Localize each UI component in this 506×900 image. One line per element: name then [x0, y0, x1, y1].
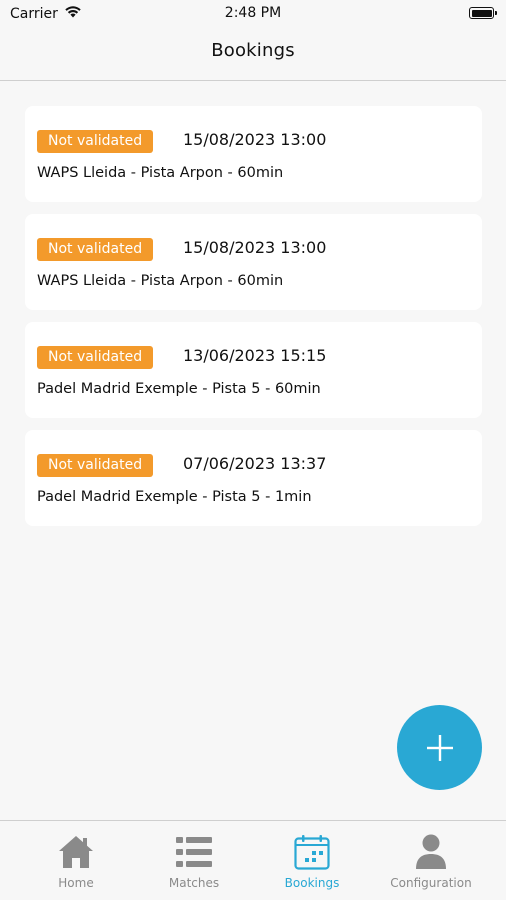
booking-datetime: 07/06/2023 13:37	[183, 454, 327, 473]
booking-card[interactable]: Not validated 07/06/2023 13:37 Padel Mad…	[25, 430, 482, 526]
tab-home-label: Home	[58, 876, 94, 890]
status-badge: Not validated	[37, 454, 154, 477]
booking-card[interactable]: Not validated 13/06/2023 15:15 Padel Mad…	[25, 322, 482, 418]
booking-name: Padel Madrid Exemple - Pista 5 - 1min	[37, 489, 312, 505]
booking-datetime: 15/08/2023 13:00	[183, 238, 327, 257]
tab-home[interactable]: Home	[13, 821, 139, 900]
booking-datetime: 13/06/2023 15:15	[183, 346, 327, 365]
calendar-icon	[249, 833, 375, 871]
tab-matches-label: Matches	[168, 876, 220, 890]
status-badge: Not validated	[37, 238, 154, 261]
status-badge: Not validated	[37, 130, 154, 153]
booking-card[interactable]: Not validated 15/08/2023 13:00 WAPS Llei…	[25, 106, 482, 202]
tab-bar: Home Matches Bookings Configuration	[0, 820, 506, 900]
tab-bookings-label: Bookings	[284, 876, 340, 890]
status-bar: Carrier 2:48 PM	[0, 0, 506, 28]
navigation-bar: Bookings	[0, 28, 506, 81]
list-icon	[131, 833, 257, 871]
user-icon	[368, 833, 494, 871]
booking-list: Not validated 15/08/2023 13:00 WAPS Llei…	[25, 106, 482, 538]
status-right	[469, 7, 497, 19]
app-screen: Carrier 2:48 PM Bookings Not validated 1…	[0, 0, 506, 900]
tab-matches[interactable]: Matches	[131, 821, 257, 900]
plus-icon	[426, 734, 453, 761]
tab-configuration[interactable]: Configuration	[368, 821, 494, 900]
status-time: 2:48 PM	[224, 5, 282, 21]
page-title: Bookings	[211, 40, 295, 61]
booking-name: WAPS Lleida - Pista Arpon - 60min	[37, 165, 284, 181]
status-badge: Not validated	[37, 346, 154, 369]
booking-name: Padel Madrid Exemple - Pista 5 - 60min	[37, 381, 321, 397]
add-booking-button[interactable]	[397, 705, 482, 790]
tab-configuration-label: Configuration	[390, 876, 472, 890]
battery-icon	[469, 7, 497, 19]
booking-name: WAPS Lleida - Pista Arpon - 60min	[37, 273, 284, 289]
home-icon	[13, 833, 139, 871]
booking-datetime: 15/08/2023 13:00	[183, 130, 327, 149]
booking-card[interactable]: Not validated 15/08/2023 13:00 WAPS Llei…	[25, 214, 482, 310]
tab-bookings[interactable]: Bookings	[249, 821, 375, 900]
